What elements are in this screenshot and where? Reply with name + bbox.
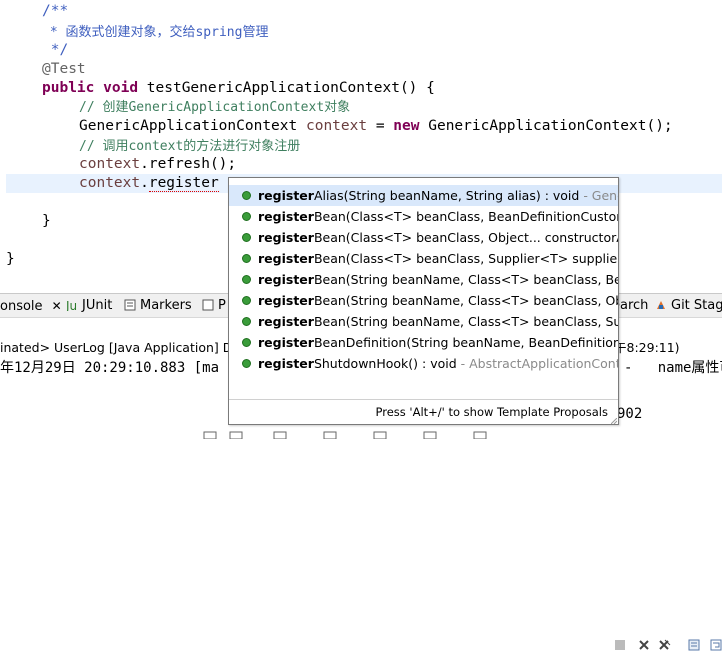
- public-method-icon: [242, 191, 251, 200]
- proposal-match: register: [258, 314, 314, 329]
- scroll-lock-icon[interactable]: [687, 638, 701, 652]
- public-method-icon: [242, 233, 251, 242]
- refresh-call: .refresh();: [140, 156, 237, 172]
- proposal-origin: - GenericA: [583, 188, 618, 203]
- proposal-match: register: [258, 188, 314, 203]
- javadoc-text: * 函数式创建对象，交给spring管理: [42, 25, 269, 40]
- comment-register: // 调用context的方法进行对象注册: [79, 139, 301, 154]
- remove-all-icon[interactable]: [657, 638, 671, 652]
- public-method-icon: [242, 212, 251, 221]
- git-staging-icon: [655, 299, 667, 311]
- javadoc-open: /**: [42, 3, 69, 19]
- proposal-signature: Bean(String beanName, Class<T> beanClass…: [313, 272, 618, 287]
- proposal-match: register: [258, 272, 314, 287]
- console-launch-time: 午8:29:11): [614, 340, 680, 355]
- tab-properties[interactable]: P: [202, 297, 226, 315]
- keyword-new: new: [393, 118, 420, 134]
- constructor-call: GenericApplicationContext();: [419, 118, 673, 134]
- proposal-signature: BeanDefinition(String beanName, BeanDefi…: [313, 335, 618, 350]
- content-assist-popup: registerAlias(String beanName, String al…: [228, 177, 619, 425]
- console-line: 年12月29日 20:29:10.883 [ma: [0, 360, 220, 376]
- junit-icon: Ju: [65, 299, 78, 313]
- assign-operator: =: [367, 118, 394, 134]
- proposal-signature: Bean(String beanName, Class<T> beanClass…: [313, 293, 618, 308]
- resize-grip-icon[interactable]: [611, 418, 617, 424]
- method-name: testGenericApplicationContext() {: [138, 80, 435, 96]
- comment-create: // 创建GenericApplicationContext对象: [79, 100, 351, 115]
- keyword-void: void: [103, 80, 139, 96]
- keyword-public: public: [42, 80, 95, 96]
- variable-context: context: [79, 156, 141, 172]
- proposal-match: register: [258, 356, 314, 371]
- terminate-icon[interactable]: [613, 638, 627, 652]
- public-method-icon: [242, 317, 251, 326]
- typed-prefix: register: [148, 175, 219, 192]
- tab-markers[interactable]: Markers: [124, 297, 192, 315]
- variable-context: context: [79, 175, 141, 191]
- console-line-right: 902: [617, 406, 643, 422]
- proposal-match: register: [258, 335, 314, 350]
- markers-icon: [124, 299, 136, 311]
- proposal-item[interactable]: registerAlias(String beanName, String al…: [229, 185, 618, 206]
- tab-git-staging[interactable]: Git Stag: [655, 297, 722, 315]
- proposal-signature: Bean(Class<T> beanClass, Object... const…: [313, 230, 618, 245]
- proposal-item[interactable]: registerBean(Class<T> beanClass, Supplie…: [229, 248, 618, 269]
- class-close-brace: }: [6, 251, 15, 267]
- proposal-signature: Bean(String beanName, Class<T> beanClass…: [313, 314, 618, 329]
- editor-gutter: [0, 0, 6, 272]
- proposal-origin: - AbstractApplicationContext: [460, 356, 618, 371]
- properties-icon: [202, 299, 214, 311]
- variable-context: context: [305, 118, 368, 134]
- close-icon[interactable]: ✕: [52, 297, 62, 315]
- proposal-signature: ShutdownHook() : void: [313, 356, 457, 371]
- public-method-icon: [242, 254, 251, 263]
- proposal-item[interactable]: registerBean(Class<T> beanClass, Object.…: [229, 227, 618, 248]
- proposal-item[interactable]: registerShutdownHook() : void - Abstract…: [229, 353, 618, 374]
- method-close-brace: }: [42, 213, 51, 229]
- proposal-match: register: [258, 209, 314, 224]
- proposal-signature: Bean(Class<T> beanClass, Supplier<T> sup…: [313, 251, 618, 266]
- popup-footer: Press 'Alt+/' to show Template Proposals: [229, 399, 618, 424]
- tab-junit[interactable]: Ju JUnit: [65, 297, 112, 315]
- proposal-item[interactable]: registerBeanDefinition(String beanName, …: [229, 332, 618, 353]
- type-name: GenericApplicationContext: [79, 118, 306, 134]
- public-method-icon: [242, 359, 251, 368]
- proposal-item[interactable]: registerBean(String beanName, Class<T> b…: [229, 269, 618, 290]
- template-proposals-hint[interactable]: Press 'Alt+/' to show Template Proposals: [376, 405, 609, 419]
- remove-launch-icon[interactable]: [637, 638, 651, 652]
- public-method-icon: [242, 296, 251, 305]
- proposal-match: register: [258, 230, 314, 245]
- dot-operator: .: [140, 175, 149, 191]
- javadoc-close: */: [42, 42, 69, 58]
- public-method-icon: [242, 338, 251, 347]
- register-line[interactable]: context.register: [79, 174, 219, 193]
- tab-console[interactable]: onsole ✕: [0, 297, 62, 315]
- method-signature: public void testGenericApplicationContex…: [42, 79, 435, 98]
- test-annotation: @Test: [42, 61, 86, 77]
- word-wrap-icon[interactable]: [709, 638, 722, 652]
- proposal-signature: Alias(String beanName, String alias) : v…: [313, 188, 580, 203]
- proposal-item[interactable]: registerBean(String beanName, Class<T> b…: [229, 290, 618, 311]
- proposal-item[interactable]: registerBean(String beanName, Class<T> b…: [229, 311, 618, 332]
- console-line-right: - name属性可: [624, 360, 722, 376]
- refresh-line: context.refresh();: [79, 155, 236, 174]
- bottom-toolbar-strip: [203, 431, 487, 439]
- proposal-match: register: [258, 293, 314, 308]
- proposal-item[interactable]: registerBean(Class<T> beanClass, BeanDef…: [229, 206, 618, 227]
- svg-text:Ju: Ju: [66, 299, 77, 311]
- proposal-signature: Bean(Class<T> beanClass, BeanDefinitionC…: [313, 209, 618, 224]
- public-method-icon: [242, 275, 251, 284]
- declaration-line: GenericApplicationContext context = new …: [79, 117, 673, 136]
- proposal-match: register: [258, 251, 314, 266]
